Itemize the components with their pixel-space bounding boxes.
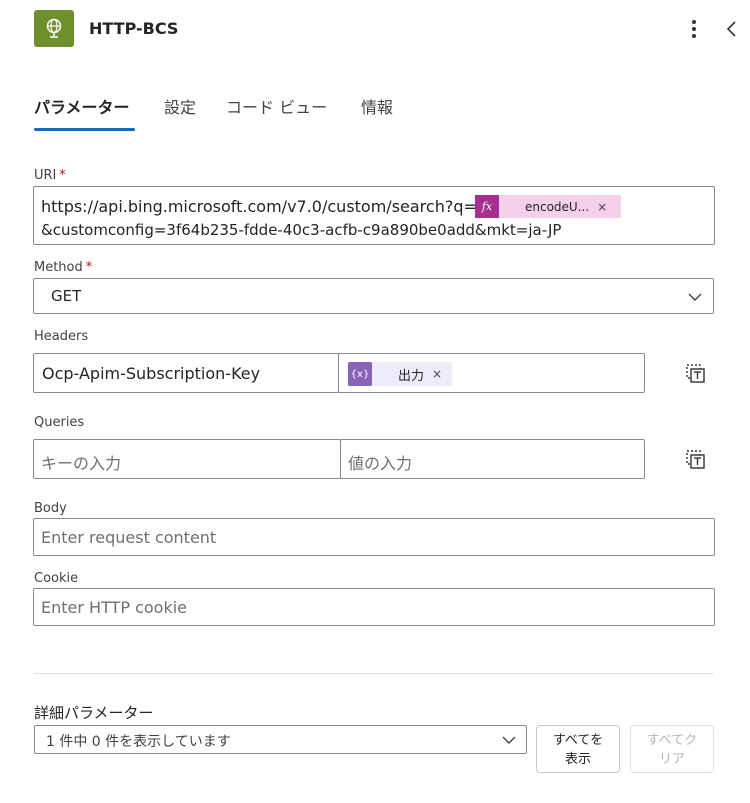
uri-input[interactable]: https://api.bing.microsoft.com/v7.0/cust… — [33, 186, 715, 245]
body-placeholder: Enter request content — [41, 528, 217, 547]
uri-label-text: URI — [34, 168, 57, 183]
query-key-placeholder: キーの入力 — [41, 454, 122, 473]
header-key-value: Ocp-Apim-Subscription-Key — [42, 364, 261, 383]
tab-code-view[interactable]: コード ビュー — [226, 94, 327, 118]
remove-token-icon[interactable]: × — [597, 200, 607, 214]
header-value-input[interactable]: {x} 出力 × — [338, 353, 645, 393]
body-input[interactable]: Enter request content — [33, 518, 715, 556]
method-dropdown[interactable]: GET — [33, 278, 714, 314]
function-icon: fx — [475, 195, 499, 218]
section-divider — [34, 673, 714, 674]
chevron-down-icon — [502, 736, 516, 744]
query-key-input[interactable]: キーの入力 — [33, 439, 341, 479]
headers-label: Headers — [34, 329, 89, 344]
method-label-text: Method — [34, 260, 83, 275]
query-value-placeholder: 値の入力 — [348, 454, 413, 473]
chevron-down-icon — [688, 293, 702, 301]
uri-text-line1: https://api.bing.microsoft.com/v7.0/cust… — [41, 197, 477, 216]
more-dot-icon — [692, 34, 696, 38]
cookie-label: Cookie — [34, 571, 79, 586]
delete-row-icon[interactable] — [684, 448, 706, 470]
more-options-button[interactable] — [684, 16, 704, 42]
clear-all-button[interactable]: すべてク リア — [630, 725, 714, 773]
more-dot-icon — [692, 27, 696, 31]
show-all-label-line1: すべてを — [552, 733, 604, 748]
show-all-label-line2: 表示 — [564, 752, 591, 767]
method-label: Method * — [34, 260, 92, 275]
clear-all-label-line2: リア — [658, 752, 685, 767]
active-tab-indicator — [34, 128, 135, 131]
queries-label: Queries — [34, 415, 85, 430]
variable-icon: {x} — [348, 362, 372, 386]
uri-label: URI * — [34, 168, 66, 183]
collapse-chevron-icon[interactable] — [724, 18, 740, 40]
globe-icon — [46, 18, 62, 38]
header-key-input[interactable]: Ocp-Apim-Subscription-Key — [33, 353, 339, 393]
required-mark: * — [85, 260, 93, 275]
advanced-parameters-dropdown[interactable]: 1 件中 0 件を表示しています — [34, 725, 527, 754]
advanced-parameters-value: 1 件中 0 件を表示しています — [46, 734, 231, 750]
tab-parameters[interactable]: パラメーター — [34, 94, 130, 118]
tab-about[interactable]: 情報 — [361, 94, 393, 118]
expression-token[interactable]: fx encodeU... × — [475, 195, 621, 218]
more-dot-icon — [692, 20, 696, 24]
required-mark: * — [59, 168, 66, 183]
cookie-placeholder: Enter HTTP cookie — [41, 598, 187, 617]
remove-token-icon[interactable]: × — [432, 367, 442, 381]
cookie-input[interactable]: Enter HTTP cookie — [33, 588, 715, 626]
clear-all-label-line1: すべてク — [646, 733, 698, 748]
query-value-input[interactable]: 値の入力 — [340, 439, 645, 479]
method-value: GET — [51, 287, 82, 305]
body-label: Body — [34, 501, 67, 516]
delete-row-icon[interactable] — [684, 362, 706, 384]
variable-token-label: 出力 — [398, 368, 425, 384]
expression-token-label: encodeU... — [525, 199, 590, 214]
tab-settings[interactable]: 設定 — [164, 94, 196, 118]
app-icon — [34, 10, 74, 47]
variable-token[interactable]: {x} 出力 × — [348, 362, 452, 386]
panel-title: HTTP-BCS — [89, 19, 179, 38]
show-all-button[interactable]: すべてを 表示 — [536, 725, 620, 773]
uri-text-line2: &customconfig=3f64b235-fdde-40c3-acfb-c9… — [41, 221, 562, 239]
advanced-parameters-label: 詳細パラメーター — [34, 704, 154, 722]
